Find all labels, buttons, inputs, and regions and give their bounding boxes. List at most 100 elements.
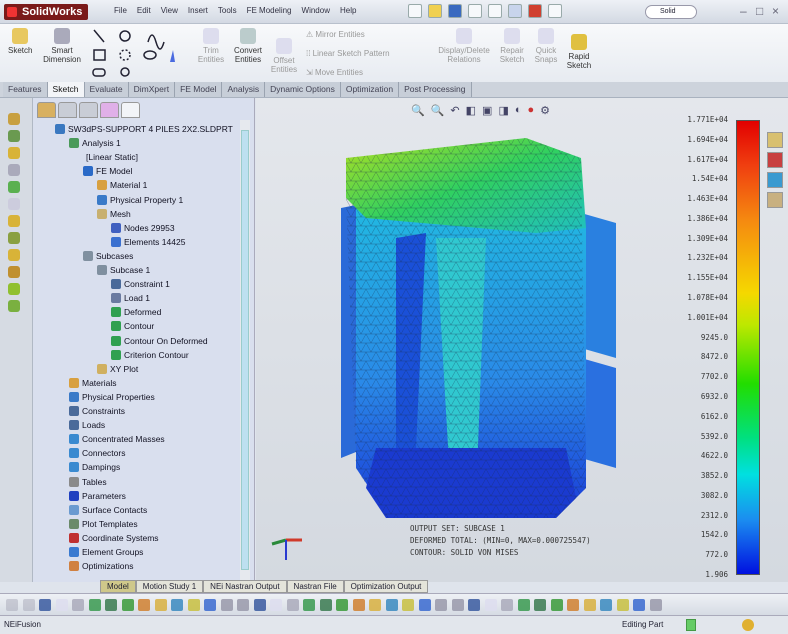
tree-item[interactable]: Load 1	[111, 293, 150, 304]
toolbar-tool-icon[interactable]	[550, 599, 563, 611]
toolbar-tool-icon[interactable]	[501, 599, 513, 611]
scrollbar-thumb[interactable]	[241, 130, 249, 570]
display-style-icon[interactable]: ◨	[498, 104, 508, 117]
tree-item[interactable]: XY Plot	[97, 363, 138, 374]
tree-item[interactable]: Constraint 1	[111, 279, 170, 290]
toolbar-tool-icon[interactable]	[418, 599, 431, 611]
tree-item[interactable]: Subcase 1	[97, 265, 150, 275]
tree-item[interactable]: Material 1	[97, 180, 147, 191]
toolbar-tool-icon[interactable]	[385, 599, 398, 611]
search-input[interactable]: Solid	[645, 5, 697, 19]
menu-help[interactable]: Help	[340, 6, 356, 15]
toolbar-tool-icon[interactable]	[39, 599, 51, 611]
feature-manager-tab[interactable]	[37, 102, 56, 118]
toolbar-tool-icon[interactable]	[451, 599, 464, 611]
tree-item[interactable]: Nodes 29953	[111, 222, 175, 233]
repair-sketch-button[interactable]: Repair Sketch	[498, 28, 526, 64]
tree-item[interactable]: Physical Property 1	[97, 194, 183, 205]
property-manager-tab[interactable]	[58, 102, 77, 118]
toolbar-tool-icon[interactable]	[286, 599, 299, 611]
tree-item[interactable]: Elements 14425	[111, 236, 185, 247]
tool-icon[interactable]	[8, 283, 20, 295]
toolbar-tool-icon[interactable]	[484, 599, 497, 611]
toolbar-tool-icon[interactable]	[154, 599, 167, 611]
tree-item[interactable]: Materials	[69, 377, 116, 388]
toolbar-tool-icon[interactable]	[352, 599, 365, 611]
tree-item[interactable]: Contour On Deformed	[111, 335, 208, 346]
toolbar-tool-icon[interactable]	[237, 599, 249, 611]
tree-item[interactable]: Tables	[69, 476, 107, 487]
toolbar-tool-icon[interactable]	[633, 599, 645, 611]
toolbar-tool-icon[interactable]	[55, 599, 68, 611]
sketch-button[interactable]: Sketch	[8, 28, 32, 55]
configuration-manager-tab[interactable]	[79, 102, 98, 118]
tool-icon[interactable]	[8, 130, 20, 142]
toolbar-tool-icon[interactable]	[319, 599, 332, 611]
tree-item[interactable]: Deformed	[111, 307, 161, 318]
undo-icon[interactable]	[488, 4, 502, 18]
previous-view-icon[interactable]: ↶	[450, 104, 459, 117]
rebuild-status-icon[interactable]	[686, 619, 696, 631]
tree-item[interactable]: Element Groups	[69, 547, 143, 557]
scene-icon[interactable]: ⚙	[540, 104, 550, 117]
maximize-icon[interactable]: □	[756, 4, 763, 18]
toolbar-tool-icon[interactable]	[303, 599, 315, 611]
tree-item[interactable]: Contour	[111, 321, 154, 332]
menu-insert[interactable]: Insert	[188, 6, 208, 15]
tab-fe-model[interactable]: FE Model	[175, 82, 223, 97]
toolbar-tool-icon[interactable]	[583, 599, 596, 611]
bottom-tab-optimization-output[interactable]: Optimization Output	[343, 580, 429, 593]
tool-icon[interactable]	[8, 249, 20, 261]
toolbar-tool-icon[interactable]	[72, 599, 84, 611]
resources-icon[interactable]	[767, 132, 783, 148]
toolbar-tool-icon[interactable]	[600, 599, 612, 611]
appearance-icon[interactable]: ●	[528, 104, 535, 117]
open-icon[interactable]	[428, 4, 442, 18]
tree-item[interactable]: Surface Contacts	[69, 504, 147, 515]
tool-icon[interactable]	[8, 147, 20, 159]
display-delete-relations-button[interactable]: Display/Delete Relations	[436, 28, 492, 64]
tree-item[interactable]: Connectors	[69, 448, 125, 459]
tool-icon[interactable]	[8, 300, 20, 312]
tree-item[interactable]: Loads	[69, 420, 105, 431]
toolbar-tool-icon[interactable]	[567, 599, 579, 611]
tree-item[interactable]: [Linear Static]	[83, 152, 138, 162]
menu-tools[interactable]: Tools	[218, 6, 237, 15]
bottom-tab-motion-study-1[interactable]: Motion Study 1	[135, 580, 204, 593]
tree-item[interactable]: SW3dPS-SUPPORT 4 PILES 2X2.SLDPRT	[55, 124, 233, 134]
bottom-tab-nei-nastran-output[interactable]: NEi Nastran Output	[203, 580, 287, 593]
menu-fe-modeling[interactable]: FE Modeling	[247, 6, 292, 15]
tab-dynamic-options[interactable]: Dynamic Options	[265, 82, 341, 97]
nei-tab[interactable]	[121, 102, 140, 118]
appearances-icon[interactable]	[767, 172, 783, 188]
smart-dimension-button[interactable]: Smart Dimension	[42, 28, 82, 64]
toolbar-tool-icon[interactable]	[6, 599, 18, 611]
bottom-tab-nastran-file[interactable]: Nastran File	[286, 580, 344, 593]
tool-icon[interactable]	[8, 164, 20, 176]
minimize-icon[interactable]: –	[740, 4, 747, 18]
tree-item[interactable]: FE Model	[83, 166, 132, 177]
menu-file[interactable]: File	[114, 6, 127, 15]
hide-show-icon[interactable]: ◐	[515, 104, 522, 117]
tool-icon[interactable]	[8, 266, 20, 278]
toolbar-tool-icon[interactable]	[369, 599, 381, 611]
toolbar-tool-icon[interactable]	[220, 599, 233, 611]
rebuild-icon[interactable]	[528, 4, 542, 18]
section-view-icon[interactable]: ◧	[466, 104, 476, 117]
options-icon[interactable]	[548, 4, 562, 18]
tool-icon[interactable]	[8, 113, 20, 125]
toolbar-tool-icon[interactable]	[171, 599, 183, 611]
toolbar-tool-icon[interactable]	[22, 599, 35, 611]
tab-sketch[interactable]: Sketch	[47, 82, 85, 97]
tool-icon[interactable]	[8, 215, 20, 227]
tree-item[interactable]: Mesh	[97, 208, 131, 219]
close-icon[interactable]: ×	[772, 4, 779, 18]
toolbar-tool-icon[interactable]	[121, 599, 134, 611]
save-icon[interactable]	[448, 4, 462, 18]
toolbar-tool-icon[interactable]	[468, 599, 480, 611]
tree-item[interactable]: Coordinate Systems	[69, 532, 159, 543]
tab-dimxpert[interactable]: DimXpert	[128, 82, 176, 97]
tree-item[interactable]: Optimizations	[69, 561, 134, 572]
print-icon[interactable]	[468, 4, 482, 18]
zoom-fit-icon[interactable]: 🔍	[411, 104, 425, 117]
